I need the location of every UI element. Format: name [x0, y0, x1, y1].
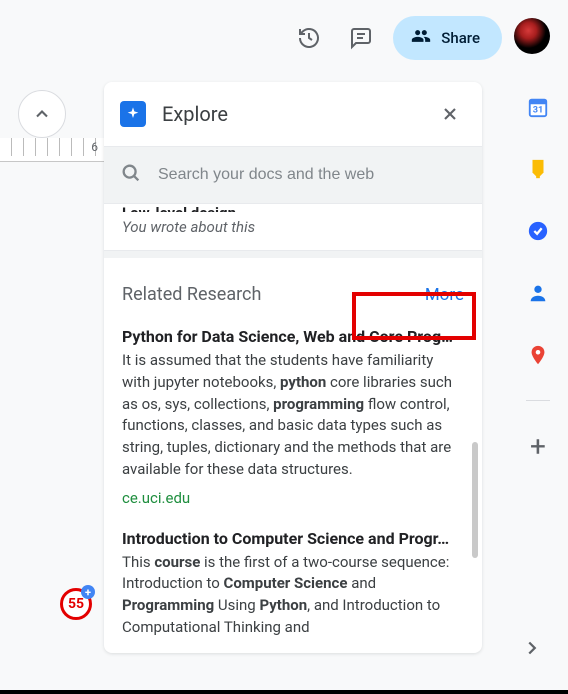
- maps-icon[interactable]: [527, 344, 549, 366]
- result-snippet: It is assumed that the students have fam…: [122, 350, 462, 481]
- explore-panel: Explore Low-level design You wrote about…: [104, 82, 482, 653]
- highlight-annotation: [352, 292, 476, 340]
- close-icon[interactable]: [432, 96, 468, 132]
- previous-topic[interactable]: Low-level design You wrote about this: [104, 204, 482, 250]
- result-item[interactable]: Python for Data Science, Web and Core Pr…: [104, 319, 480, 521]
- keep-icon[interactable]: [527, 158, 549, 180]
- add-icon[interactable]: +: [530, 433, 546, 461]
- search-input[interactable]: [158, 166, 466, 184]
- collapse-button[interactable]: [18, 90, 66, 138]
- scrollbar[interactable]: [472, 442, 478, 558]
- result-url: ce.uci.edu: [122, 489, 462, 507]
- explore-title: Explore: [162, 102, 432, 126]
- side-panel: 31 +: [508, 82, 568, 662]
- share-label: Share: [441, 29, 480, 47]
- previous-topic-title: Low-level design: [122, 204, 464, 212]
- results-list: Python for Data Science, Web and Core Pr…: [104, 319, 482, 653]
- calendar-icon[interactable]: 31: [527, 96, 549, 118]
- comment-icon[interactable]: [341, 18, 381, 58]
- history-icon[interactable]: [289, 18, 329, 58]
- explore-icon: [120, 101, 146, 127]
- result-title: Introduction to Computer Science and Pro…: [122, 529, 462, 548]
- bottom-edge: [0, 690, 568, 694]
- ruler: 6: [0, 138, 104, 162]
- tasks-icon[interactable]: [527, 220, 549, 242]
- share-button[interactable]: Share: [393, 16, 502, 60]
- side-divider: [526, 400, 550, 401]
- badge-count: 55: [68, 596, 84, 612]
- search-icon: [120, 162, 142, 188]
- divider: [104, 250, 482, 258]
- revision-badge[interactable]: 55: [60, 588, 92, 620]
- search-bar[interactable]: [104, 146, 482, 204]
- previous-topic-subtitle: You wrote about this: [122, 218, 464, 236]
- side-expand-icon[interactable]: [514, 630, 550, 666]
- svg-text:31: 31: [533, 106, 544, 116]
- avatar[interactable]: [514, 18, 550, 54]
- ruler-mark: 6: [91, 140, 98, 154]
- contacts-icon[interactable]: [527, 282, 549, 304]
- result-item[interactable]: Introduction to Computer Science and Pro…: [104, 521, 480, 653]
- result-snippet: This course is the first of a two-course…: [122, 552, 462, 639]
- people-icon: [411, 26, 431, 50]
